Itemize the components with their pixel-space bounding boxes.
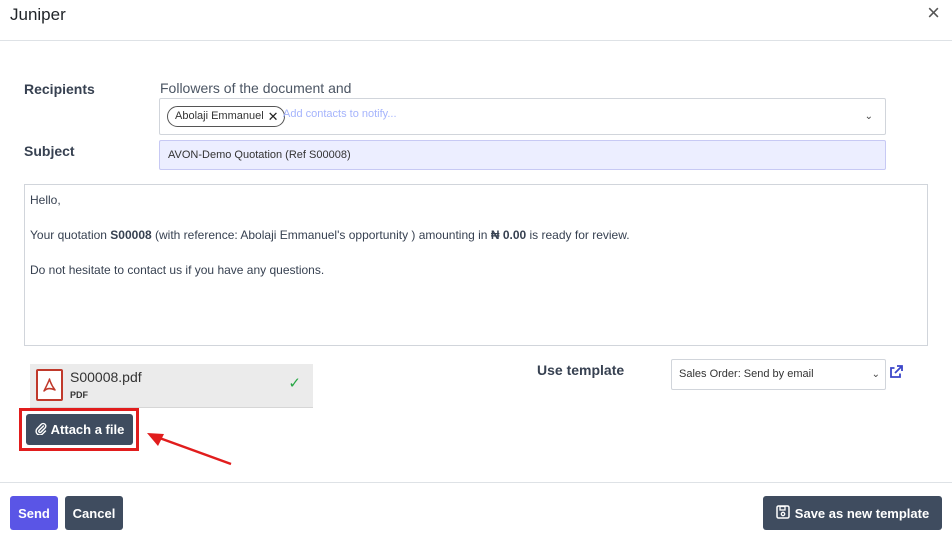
pdf-icon <box>36 369 63 401</box>
external-link-icon[interactable] <box>888 364 908 384</box>
message-body[interactable]: Hello, Your quotation S00008 (with refer… <box>24 184 928 346</box>
quotation-prefix: Your quotation <box>30 228 111 242</box>
attach-file-label: Attach a file <box>50 422 125 437</box>
footer-divider <box>0 482 952 483</box>
subject-input[interactable]: AVON-Demo Quotation (Ref S00008) <box>159 140 886 170</box>
remove-tag-icon[interactable]: ✕ <box>268 107 279 126</box>
quote-ref: S00008 <box>110 228 152 242</box>
close-icon[interactable]: × <box>927 2 940 24</box>
dialog-title: Juniper <box>10 5 66 24</box>
recipient-tag-label: Abolaji Emmanuel <box>175 110 264 122</box>
template-selected-value: Sales Order: Send by email <box>679 368 814 380</box>
quotation-middle: (with reference: Abolaji Emmanuel's oppo… <box>151 228 491 242</box>
followers-text: Followers of the document and <box>160 80 352 96</box>
recipients-input[interactable] <box>283 108 843 120</box>
send-button[interactable]: Send <box>10 496 58 530</box>
attachment-card[interactable]: S00008.pdf PDF ✓ <box>30 364 313 408</box>
attachment-type: PDF <box>70 390 88 400</box>
use-template-label: Use template <box>537 362 625 378</box>
contact-line: Do not hesitate to contact us if you hav… <box>30 263 325 277</box>
quotation-line: Your quotation S00008 (with reference: A… <box>30 226 922 244</box>
save-as-template-button[interactable]: Save as new template <box>763 496 942 530</box>
paperclip-icon <box>35 422 47 438</box>
check-icon: ✓ <box>288 375 301 392</box>
save-icon <box>776 504 790 522</box>
cancel-button[interactable]: Cancel <box>65 496 123 530</box>
recipients-field[interactable]: Abolaji Emmanuel ✕ ⌄ <box>159 98 886 135</box>
header-divider <box>0 40 952 41</box>
save-as-template-label: Save as new template <box>794 505 930 521</box>
recipients-label: Recipients <box>24 81 95 97</box>
attach-file-button[interactable]: Attach a file <box>26 414 133 445</box>
greeting-text: Hello, <box>30 193 61 207</box>
attachment-name: S00008.pdf <box>70 369 142 385</box>
quotation-suffix: is ready for review. <box>526 228 630 242</box>
subject-label: Subject <box>24 143 75 159</box>
quote-amount: ₦ 0.00 <box>490 228 527 242</box>
recipient-tag: Abolaji Emmanuel ✕ <box>167 106 285 127</box>
chevron-down-icon: ⌄ <box>871 369 880 380</box>
chevron-down-icon[interactable]: ⌄ <box>865 111 873 122</box>
template-select[interactable]: Sales Order: Send by email ⌄ <box>671 359 886 390</box>
annotation-arrow <box>147 433 232 466</box>
